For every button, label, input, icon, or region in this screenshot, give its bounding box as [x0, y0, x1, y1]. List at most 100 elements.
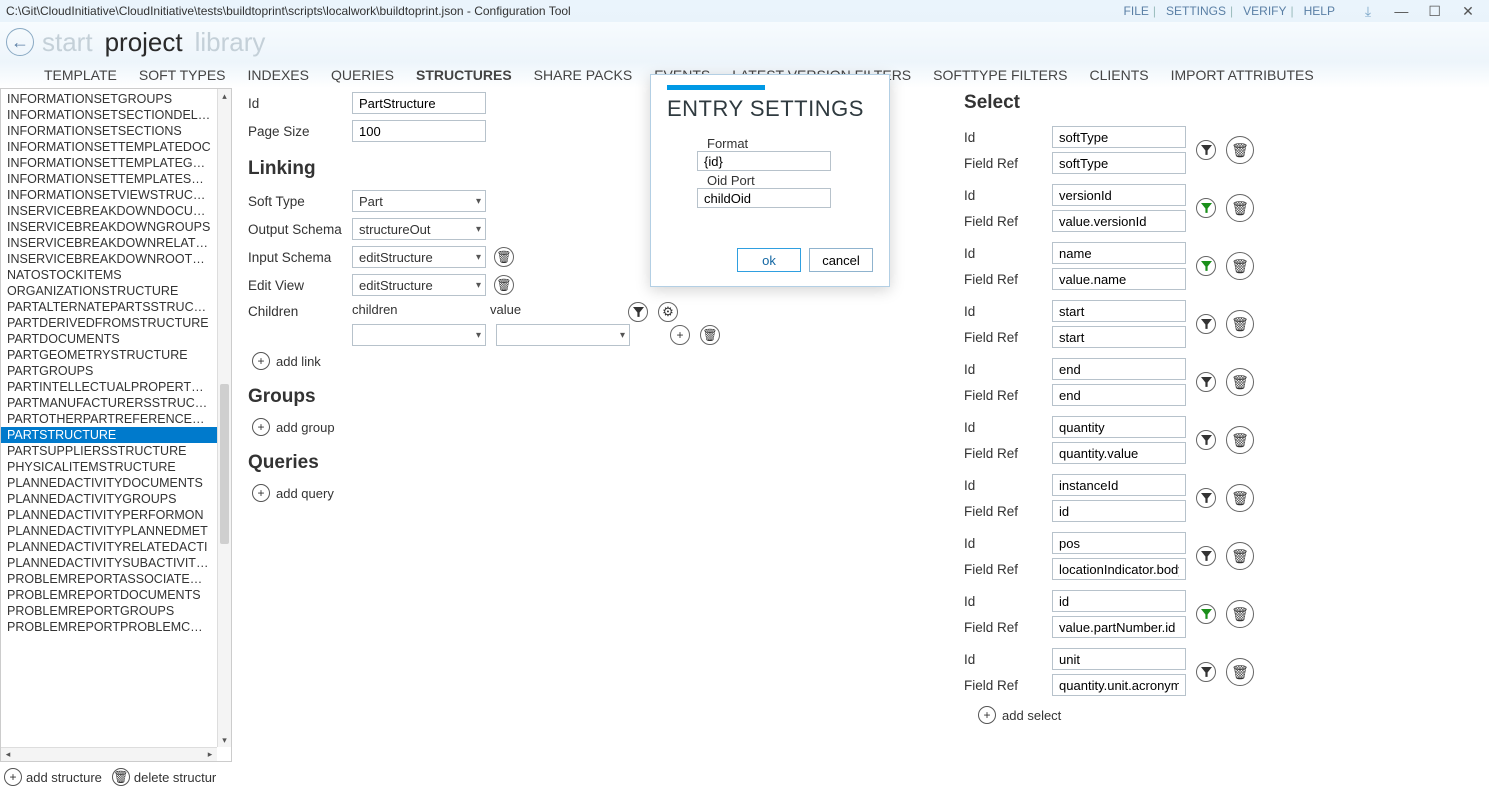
- select-id-input[interactable]: [1052, 590, 1186, 612]
- select-fieldref-input[interactable]: [1052, 326, 1186, 348]
- sidebar-item[interactable]: INFORMATIONSETTEMPLATEDOC: [1, 139, 217, 155]
- children-filter-button[interactable]: [628, 302, 648, 322]
- select-id-input[interactable]: [1052, 126, 1186, 148]
- pagesize-input[interactable]: [352, 120, 486, 142]
- sidebar-item[interactable]: PARTINTELLECTUALPROPERTYOW: [1, 379, 217, 395]
- menu-settings[interactable]: SETTINGS: [1166, 4, 1226, 18]
- scroll-left-icon[interactable]: ◂: [1, 749, 15, 760]
- select-delete-button[interactable]: 🗑: [1226, 310, 1254, 338]
- select-filter-button[interactable]: [1196, 372, 1216, 392]
- children-add-button[interactable]: +: [670, 325, 690, 345]
- select-fieldref-input[interactable]: [1052, 442, 1186, 464]
- sidebar-item[interactable]: PARTSTRUCTURE: [1, 427, 217, 443]
- select-delete-button[interactable]: 🗑: [1226, 136, 1254, 164]
- select-delete-button[interactable]: 🗑: [1226, 368, 1254, 396]
- editview-delete-button[interactable]: 🗑: [494, 275, 514, 295]
- sidebar-item[interactable]: INFORMATIONSETTEMPLATEGRO: [1, 155, 217, 171]
- sidebar-item[interactable]: NATOSTOCKITEMS: [1, 267, 217, 283]
- tab-structures[interactable]: STRUCTURES: [416, 67, 512, 83]
- format-input[interactable]: [697, 151, 831, 171]
- sidebar-item[interactable]: PROBLEMREPORTPROBLEMCONT: [1, 619, 217, 635]
- sidebar-hscroll[interactable]: ◂▸: [1, 747, 217, 761]
- close-icon[interactable]: ✕: [1453, 3, 1483, 20]
- select-id-input[interactable]: [1052, 416, 1186, 438]
- sidebar-item[interactable]: PROBLEMREPORTASSOCIATEDITE: [1, 571, 217, 587]
- add-query-button[interactable]: +add query: [252, 484, 924, 502]
- scroll-right-icon[interactable]: ▸: [203, 749, 217, 760]
- children-select-1[interactable]: ▾: [352, 324, 486, 346]
- children-select-2[interactable]: ▾: [496, 324, 630, 346]
- cancel-button[interactable]: cancel: [809, 248, 873, 272]
- crumb-library[interactable]: library: [195, 27, 266, 58]
- children-settings-button[interactable]: ⚙: [658, 302, 678, 322]
- sidebar-item[interactable]: PROBLEMREPORTGROUPS: [1, 603, 217, 619]
- sidebar-item[interactable]: INSERVICEBREAKDOWNROOTELEI: [1, 251, 217, 267]
- menu-file[interactable]: FILE: [1124, 4, 1149, 18]
- sidebar-item[interactable]: PARTMANUFACTURERSSTRUCTUR: [1, 395, 217, 411]
- select-id-input[interactable]: [1052, 474, 1186, 496]
- crumb-start[interactable]: start: [42, 27, 93, 58]
- sidebar-item[interactable]: PARTDERIVEDFROMSTRUCTURE: [1, 315, 217, 331]
- sidebar-item[interactable]: PARTDOCUMENTS: [1, 331, 217, 347]
- editview-select[interactable]: editStructure▾: [352, 274, 486, 296]
- tab-stfilters[interactable]: SOFTTYPE FILTERS: [933, 67, 1067, 83]
- select-delete-button[interactable]: 🗑: [1226, 542, 1254, 570]
- select-delete-button[interactable]: 🗑: [1226, 484, 1254, 512]
- delete-structure-button[interactable]: 🗑delete structur: [112, 768, 216, 786]
- sidebar-item[interactable]: PARTSUPPLIERSSTRUCTURE: [1, 443, 217, 459]
- select-filter-button[interactable]: [1196, 256, 1216, 276]
- select-filter-button[interactable]: [1196, 314, 1216, 334]
- select-filter-button[interactable]: [1196, 198, 1216, 218]
- crumb-project[interactable]: project: [105, 27, 183, 58]
- tab-indexes[interactable]: INDEXES: [248, 67, 309, 83]
- select-fieldref-input[interactable]: [1052, 268, 1186, 290]
- select-fieldref-input[interactable]: [1052, 210, 1186, 232]
- select-id-input[interactable]: [1052, 184, 1186, 206]
- sidebar-item[interactable]: INFORMATIONSETSECTIONS: [1, 123, 217, 139]
- tab-softtypes[interactable]: SOFT TYPES: [139, 67, 226, 83]
- maximize-icon[interactable]: ☐: [1420, 3, 1450, 20]
- sidebar-item[interactable]: INSERVICEBREAKDOWNGROUPS: [1, 219, 217, 235]
- sidebar-item[interactable]: PARTGROUPS: [1, 363, 217, 379]
- sidebar-item[interactable]: INFORMATIONSETGROUPS: [1, 91, 217, 107]
- select-fieldref-input[interactable]: [1052, 616, 1186, 638]
- pin-icon[interactable]: ⤓: [1353, 3, 1383, 20]
- sidebar-item[interactable]: PLANNEDACTIVITYDOCUMENTS: [1, 475, 217, 491]
- scroll-up-icon[interactable]: ▴: [218, 89, 231, 103]
- inputschema-delete-button[interactable]: 🗑: [494, 247, 514, 267]
- select-filter-button[interactable]: [1196, 488, 1216, 508]
- inputschema-select[interactable]: editStructure▾: [352, 246, 486, 268]
- select-delete-button[interactable]: 🗑: [1226, 426, 1254, 454]
- sidebar-item[interactable]: ORGANIZATIONSTRUCTURE: [1, 283, 217, 299]
- tab-clients[interactable]: CLIENTS: [1089, 67, 1148, 83]
- tab-sharepacks[interactable]: SHARE PACKS: [534, 67, 633, 83]
- sidebar-item[interactable]: PARTALTERNATEPARTSSTRUCTUR: [1, 299, 217, 315]
- scroll-down-icon[interactable]: ▾: [218, 733, 231, 747]
- sidebar-item[interactable]: INSERVICEBREAKDOWNDOCUME: [1, 203, 217, 219]
- oidport-input[interactable]: [697, 188, 831, 208]
- softtype-select[interactable]: Part▾: [352, 190, 486, 212]
- sidebar-item[interactable]: INFORMATIONSETTEMPLATESECT: [1, 171, 217, 187]
- scroll-thumb[interactable]: [220, 384, 229, 544]
- tab-queries[interactable]: QUERIES: [331, 67, 394, 83]
- sidebar-item[interactable]: PROBLEMREPORTDOCUMENTS: [1, 587, 217, 603]
- children-delete-button[interactable]: 🗑: [700, 325, 720, 345]
- select-id-input[interactable]: [1052, 648, 1186, 670]
- sidebar-vscroll[interactable]: ▴ ▾: [217, 89, 231, 747]
- select-fieldref-input[interactable]: [1052, 500, 1186, 522]
- add-structure-button[interactable]: +add structure: [4, 768, 102, 786]
- tab-template[interactable]: TEMPLATE: [44, 67, 117, 83]
- outputschema-select[interactable]: structureOut▾: [352, 218, 486, 240]
- select-filter-button[interactable]: [1196, 546, 1216, 566]
- select-fieldref-input[interactable]: [1052, 558, 1186, 580]
- tab-importattrs[interactable]: IMPORT ATTRIBUTES: [1171, 67, 1314, 83]
- select-fieldref-input[interactable]: [1052, 674, 1186, 696]
- select-id-input[interactable]: [1052, 300, 1186, 322]
- select-filter-button[interactable]: [1196, 430, 1216, 450]
- sidebar-item[interactable]: PLANNEDACTIVITYSUBACTIVITIES: [1, 555, 217, 571]
- select-delete-button[interactable]: 🗑: [1226, 194, 1254, 222]
- ok-button[interactable]: ok: [737, 248, 801, 272]
- back-button[interactable]: ←: [6, 28, 34, 56]
- sidebar-item[interactable]: PARTOTHERPARTREFERENCESSTRU: [1, 411, 217, 427]
- structure-list[interactable]: INFORMATIONSETGROUPS INFORMATIONSETSECTIO…: [0, 88, 232, 762]
